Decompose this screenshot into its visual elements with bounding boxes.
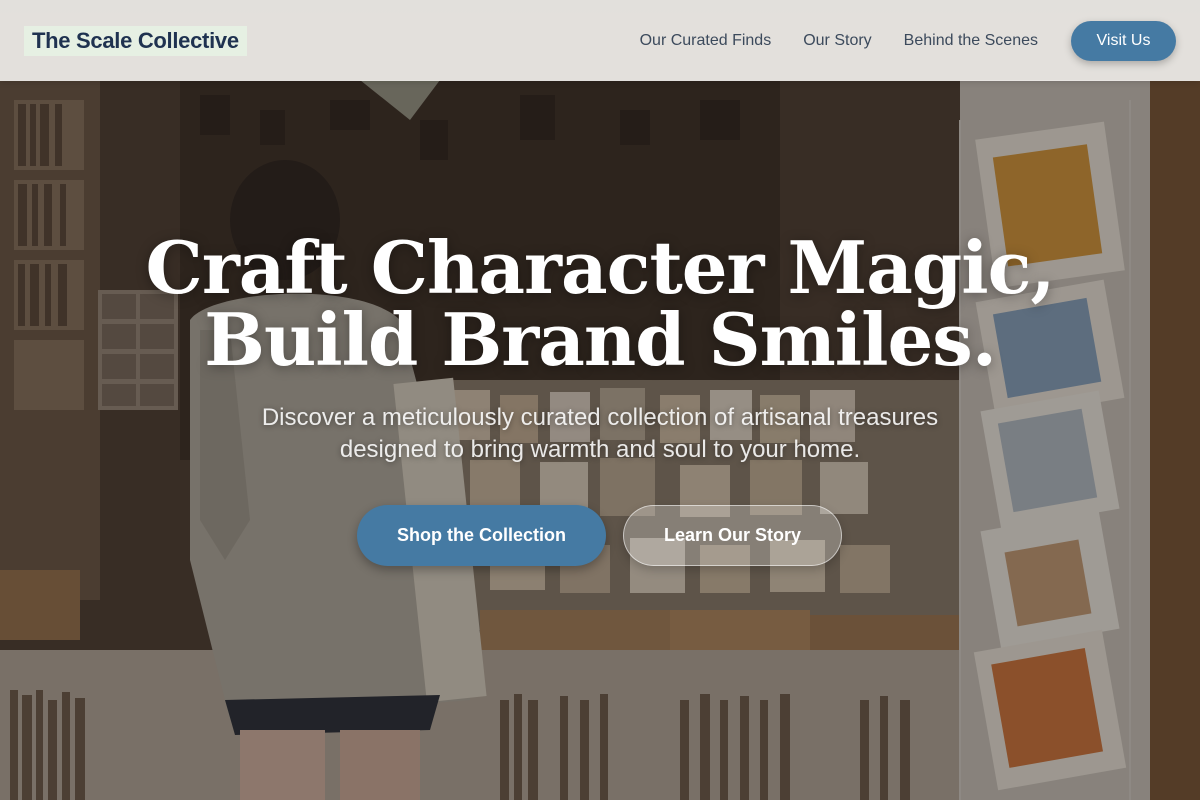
hero-headline: Craft Character Magic, Build Brand Smile… [0,232,1200,376]
hero-headline-line-2: Build Brand Smiles. [204,297,997,382]
hero-cta-group: Shop the Collection Learn Our Story [357,505,842,566]
nav-link-behind-the-scenes[interactable]: Behind the Scenes [904,32,1038,50]
hero-overlay [0,0,1200,800]
nav-link-curated-finds[interactable]: Our Curated Finds [640,32,772,50]
shop-collection-button[interactable]: Shop the Collection [357,505,606,566]
learn-story-button[interactable]: Learn Our Story [623,505,842,566]
hero-headline-line-1: Craft Character Magic, [145,225,1056,310]
visit-us-button[interactable]: Visit Us [1071,20,1176,61]
nav-links: Our Curated Finds Our Story Behind the S… [640,20,1176,61]
hero-background-image [0,0,1200,800]
nav-link-our-story[interactable]: Our Story [803,32,871,50]
hero-subtitle: Discover a meticulously curated collecti… [261,404,939,463]
brand-logo[interactable]: The Scale Collective [24,25,247,56]
top-navigation-bar: The Scale Collective Our Curated Finds O… [0,0,1200,81]
